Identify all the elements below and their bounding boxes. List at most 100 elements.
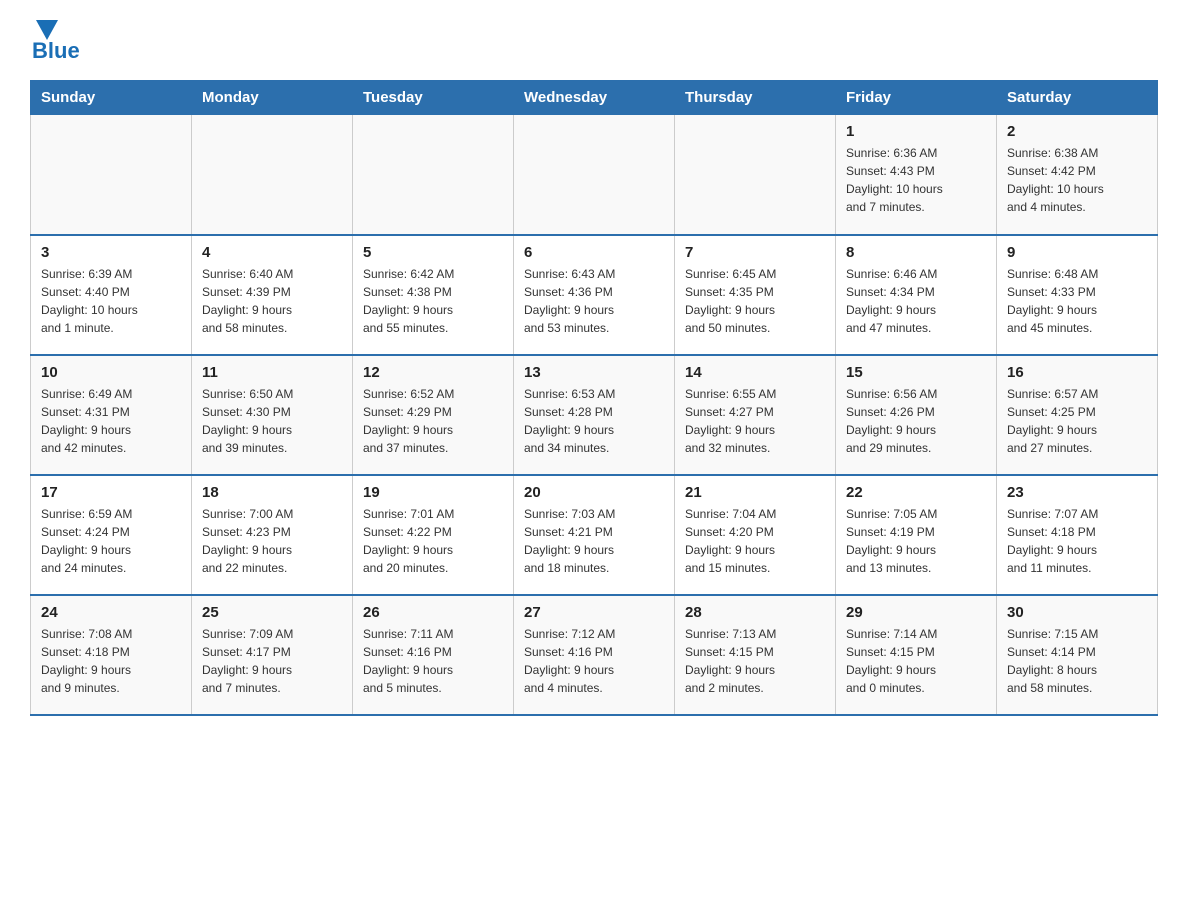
day-info: Sunrise: 6:48 AM Sunset: 4:33 PM Dayligh… (1007, 265, 1147, 337)
week-row-3: 10 Sunrise: 6:49 AM Sunset: 4:31 PM Dayli… (31, 355, 1158, 475)
header-row: SundayMondayTuesdayWednesdayThursdayFrid… (31, 81, 1158, 115)
day-info: Sunrise: 6:50 AM Sunset: 4:30 PM Dayligh… (202, 385, 342, 457)
day-info: Sunrise: 6:39 AM Sunset: 4:40 PM Dayligh… (41, 265, 181, 337)
day-cell: 23 Sunrise: 7:07 AM Sunset: 4:18 PM Dayli… (997, 475, 1158, 595)
day-number: 24 (41, 604, 181, 621)
day-cell: 15Sunrise: 6:56 AM Sunset: 4:26 PM Dayli… (836, 355, 997, 475)
col-header-friday: Friday (836, 81, 997, 115)
day-cell: 5 Sunrise: 6:42 AM Sunset: 4:38 PM Daylig… (353, 235, 514, 355)
col-header-saturday: Saturday (997, 81, 1158, 115)
day-info: Sunrise: 7:12 AM Sunset: 4:16 PM Dayligh… (524, 625, 664, 697)
day-info: Sunrise: 7:08 AM Sunset: 4:18 PM Dayligh… (41, 625, 181, 697)
day-info: Sunrise: 7:04 AM Sunset: 4:20 PM Dayligh… (685, 505, 825, 577)
day-number: 26 (363, 604, 503, 621)
day-cell: 17 Sunrise: 6:59 AM Sunset: 4:24 PM Dayli… (31, 475, 192, 595)
day-info: Sunrise: 6:36 AM Sunset: 4:43 PM Dayligh… (846, 144, 986, 216)
day-cell: 29 Sunrise: 7:14 AM Sunset: 4:15 PM Dayli… (836, 595, 997, 715)
day-number: 17 (41, 484, 181, 501)
day-number: 13 (524, 364, 664, 381)
day-info: Sunrise: 6:55 AM Sunset: 4:27 PM Dayligh… (685, 385, 825, 457)
day-number: 21 (685, 484, 825, 501)
day-number: 19 (363, 484, 503, 501)
day-cell: 26 Sunrise: 7:11 AM Sunset: 4:16 PM Dayli… (353, 595, 514, 715)
day-info: Sunrise: 6:42 AM Sunset: 4:38 PM Dayligh… (363, 265, 503, 337)
day-cell: 12 Sunrise: 6:52 AM Sunset: 4:29 PM Dayli… (353, 355, 514, 475)
logo-subtitle: Blue (32, 38, 80, 64)
day-info: Sunrise: 6:53 AM Sunset: 4:28 PM Dayligh… (524, 385, 664, 457)
day-number: 7 (685, 244, 825, 261)
day-info: Sunrise: 7:15 AM Sunset: 4:14 PM Dayligh… (1007, 625, 1147, 697)
day-info: Sunrise: 6:38 AM Sunset: 4:42 PM Dayligh… (1007, 144, 1147, 216)
day-cell: 16Sunrise: 6:57 AM Sunset: 4:25 PM Dayli… (997, 355, 1158, 475)
day-cell: 19 Sunrise: 7:01 AM Sunset: 4:22 PM Dayli… (353, 475, 514, 595)
day-cell (192, 115, 353, 235)
day-info: Sunrise: 7:09 AM Sunset: 4:17 PM Dayligh… (202, 625, 342, 697)
col-header-wednesday: Wednesday (514, 81, 675, 115)
day-info: Sunrise: 7:00 AM Sunset: 4:23 PM Dayligh… (202, 505, 342, 577)
day-info: Sunrise: 6:43 AM Sunset: 4:36 PM Dayligh… (524, 265, 664, 337)
day-cell: 7 Sunrise: 6:45 AM Sunset: 4:35 PM Daylig… (675, 235, 836, 355)
day-cell: 10 Sunrise: 6:49 AM Sunset: 4:31 PM Dayli… (31, 355, 192, 475)
day-number: 30 (1007, 604, 1147, 621)
day-number: 9 (1007, 244, 1147, 261)
day-cell: 28 Sunrise: 7:13 AM Sunset: 4:15 PM Dayli… (675, 595, 836, 715)
day-number: 18 (202, 484, 342, 501)
day-number: 2 (1007, 123, 1147, 140)
day-number: 12 (363, 364, 503, 381)
day-number: 28 (685, 604, 825, 621)
day-cell: 3Sunrise: 6:39 AM Sunset: 4:40 PM Daylig… (31, 235, 192, 355)
col-header-thursday: Thursday (675, 81, 836, 115)
day-info: Sunrise: 6:52 AM Sunset: 4:29 PM Dayligh… (363, 385, 503, 457)
day-info: Sunrise: 7:01 AM Sunset: 4:22 PM Dayligh… (363, 505, 503, 577)
week-row-5: 24 Sunrise: 7:08 AM Sunset: 4:18 PM Dayli… (31, 595, 1158, 715)
day-cell: 20 Sunrise: 7:03 AM Sunset: 4:21 PM Dayli… (514, 475, 675, 595)
day-info: Sunrise: 7:05 AM Sunset: 4:19 PM Dayligh… (846, 505, 986, 577)
day-number: 20 (524, 484, 664, 501)
day-number: 4 (202, 244, 342, 261)
day-info: Sunrise: 7:03 AM Sunset: 4:21 PM Dayligh… (524, 505, 664, 577)
week-row-2: 3Sunrise: 6:39 AM Sunset: 4:40 PM Daylig… (31, 235, 1158, 355)
day-cell: 27 Sunrise: 7:12 AM Sunset: 4:16 PM Dayli… (514, 595, 675, 715)
day-cell: 30 Sunrise: 7:15 AM Sunset: 4:14 PM Dayli… (997, 595, 1158, 715)
week-row-4: 17 Sunrise: 6:59 AM Sunset: 4:24 PM Dayli… (31, 475, 1158, 595)
day-info: Sunrise: 6:46 AM Sunset: 4:34 PM Dayligh… (846, 265, 986, 337)
day-cell (675, 115, 836, 235)
day-cell: 22Sunrise: 7:05 AM Sunset: 4:19 PM Dayli… (836, 475, 997, 595)
day-number: 27 (524, 604, 664, 621)
day-info: Sunrise: 6:59 AM Sunset: 4:24 PM Dayligh… (41, 505, 181, 577)
week-row-1: 1Sunrise: 6:36 AM Sunset: 4:43 PM Daylig… (31, 115, 1158, 235)
day-number: 8 (846, 244, 986, 261)
day-info: Sunrise: 6:56 AM Sunset: 4:26 PM Dayligh… (846, 385, 986, 457)
day-cell: 6 Sunrise: 6:43 AM Sunset: 4:36 PM Daylig… (514, 235, 675, 355)
calendar-table: SundayMondayTuesdayWednesdayThursdayFrid… (30, 80, 1158, 716)
day-number: 14 (685, 364, 825, 381)
day-info: Sunrise: 7:07 AM Sunset: 4:18 PM Dayligh… (1007, 505, 1147, 577)
day-cell: 24 Sunrise: 7:08 AM Sunset: 4:18 PM Dayli… (31, 595, 192, 715)
day-info: Sunrise: 6:45 AM Sunset: 4:35 PM Dayligh… (685, 265, 825, 337)
day-cell: 18 Sunrise: 7:00 AM Sunset: 4:23 PM Dayli… (192, 475, 353, 595)
day-info: Sunrise: 7:13 AM Sunset: 4:15 PM Dayligh… (685, 625, 825, 697)
day-cell: 8 Sunrise: 6:46 AM Sunset: 4:34 PM Daylig… (836, 235, 997, 355)
day-number: 29 (846, 604, 986, 621)
day-number: 5 (363, 244, 503, 261)
day-cell (514, 115, 675, 235)
day-info: Sunrise: 7:11 AM Sunset: 4:16 PM Dayligh… (363, 625, 503, 697)
day-number: 23 (1007, 484, 1147, 501)
day-cell: 25 Sunrise: 7:09 AM Sunset: 4:17 PM Dayli… (192, 595, 353, 715)
day-number: 16 (1007, 364, 1147, 381)
day-cell: 2 Sunrise: 6:38 AM Sunset: 4:42 PM Daylig… (997, 115, 1158, 235)
day-number: 6 (524, 244, 664, 261)
day-cell: 21 Sunrise: 7:04 AM Sunset: 4:20 PM Dayli… (675, 475, 836, 595)
day-cell: 11Sunrise: 6:50 AM Sunset: 4:30 PM Dayli… (192, 355, 353, 475)
day-number: 25 (202, 604, 342, 621)
day-cell: 14 Sunrise: 6:55 AM Sunset: 4:27 PM Dayli… (675, 355, 836, 475)
col-header-monday: Monday (192, 81, 353, 115)
day-info: Sunrise: 6:49 AM Sunset: 4:31 PM Dayligh… (41, 385, 181, 457)
day-number: 10 (41, 364, 181, 381)
page-header: Blue (30, 20, 1158, 64)
day-info: Sunrise: 6:40 AM Sunset: 4:39 PM Dayligh… (202, 265, 342, 337)
day-cell (353, 115, 514, 235)
day-info: Sunrise: 7:14 AM Sunset: 4:15 PM Dayligh… (846, 625, 986, 697)
logo: Blue (30, 20, 80, 64)
day-cell: 13 Sunrise: 6:53 AM Sunset: 4:28 PM Dayli… (514, 355, 675, 475)
